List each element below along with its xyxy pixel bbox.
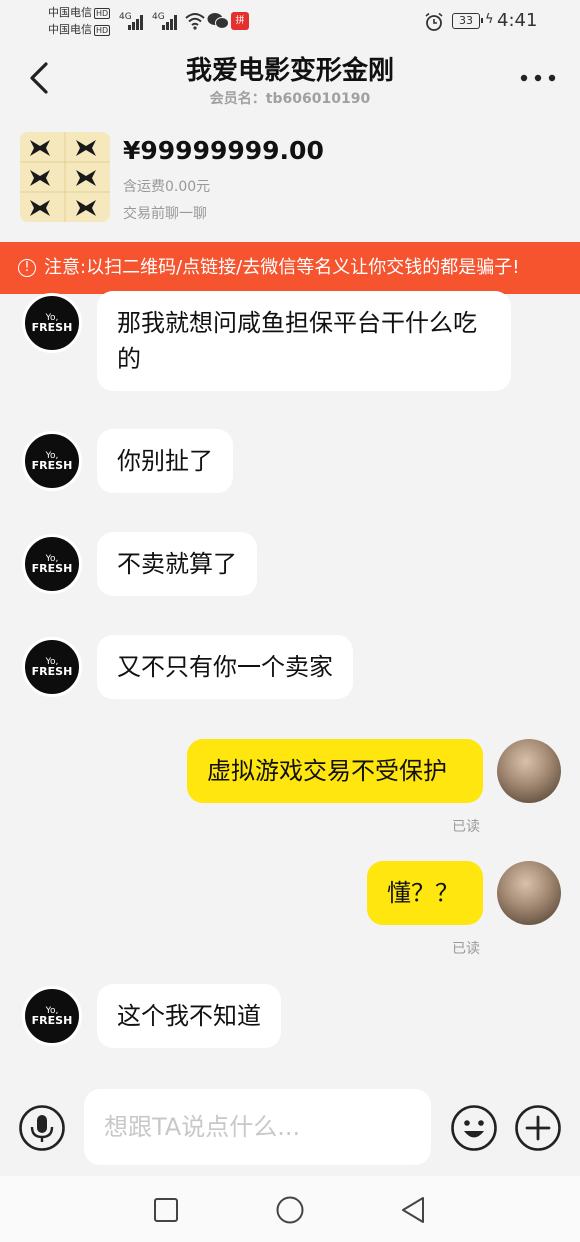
seller-avatar[interactable]: Yo, FRESH: [22, 637, 82, 697]
carrier-1: 中国电信 HD: [48, 6, 111, 19]
plus-icon[interactable]: [514, 1104, 562, 1152]
product-card[interactable]: ¥99999999.00 含运费0.00元 交易前聊一聊: [0, 126, 580, 242]
member-name: 会员名：tb606010190: [209, 91, 371, 107]
product-price: ¥99999999.00: [123, 136, 324, 165]
wechat-icon: [207, 13, 229, 29]
message-bubble: 不卖就算了: [97, 532, 257, 596]
chat-input-bar: [0, 1080, 580, 1176]
chat-before-trade: 交易前聊一聊: [123, 206, 207, 222]
status-bar: 中国电信 HD 中国电信 HD 4G 4G 拼 33 ϟ 4:41: [0, 0, 580, 44]
clock: 4:41: [497, 10, 538, 31]
pinduoduo-app-icon: 拼: [231, 12, 249, 30]
wifi-icon: [185, 13, 205, 30]
svg-text:FRESH: FRESH: [32, 562, 73, 575]
signal-bars-icon: [162, 14, 180, 30]
hd-badge: HD: [94, 7, 111, 19]
emoji-icon[interactable]: [450, 1104, 498, 1152]
warning-icon: !: [18, 259, 36, 277]
system-nav-bar: [0, 1176, 580, 1242]
seller-avatar[interactable]: Yo, FRESH: [22, 293, 82, 353]
read-status: 已读: [452, 819, 480, 835]
message-bubble-own: 懂？？: [367, 861, 483, 925]
hd-badge: HD: [94, 24, 111, 36]
svg-text:FRESH: FRESH: [32, 321, 73, 334]
shipping-fee: 含运费0.00元: [123, 179, 211, 195]
microphone-icon[interactable]: [18, 1104, 66, 1152]
carrier-1-label: 中国电信: [48, 6, 92, 19]
battery-indicator: 33: [452, 13, 483, 29]
message-input[interactable]: [84, 1089, 431, 1165]
message-bubble: 又不只有你一个卖家: [97, 635, 353, 699]
product-thumbnail[interactable]: [20, 132, 110, 222]
message-bubble: 那我就想问咸鱼担保平台干什么吃的: [97, 291, 511, 391]
carrier-2-label: 中国电信: [48, 23, 92, 36]
charging-icon: ϟ: [485, 12, 494, 27]
more-dots-icon[interactable]: [518, 66, 558, 90]
svg-text:FRESH: FRESH: [32, 1014, 73, 1027]
square-icon[interactable]: [152, 1196, 180, 1224]
message-bubble: 你别扯了: [97, 429, 233, 493]
message-bubble-own: 虚拟游戏交易不受保护: [187, 739, 483, 803]
seller-avatar[interactable]: Yo, FRESH: [22, 986, 82, 1046]
carrier-2: 中国电信 HD: [48, 23, 111, 36]
triangle-back-icon[interactable]: [398, 1194, 428, 1226]
svg-text:FRESH: FRESH: [32, 459, 73, 472]
signal-bars-icon: [128, 14, 146, 30]
seller-avatar[interactable]: Yo, FRESH: [22, 431, 82, 491]
user-avatar[interactable]: [497, 739, 561, 803]
svg-text:FRESH: FRESH: [32, 665, 73, 678]
warning-text: 注意:以扫二维码/点链接/去微信等名义让你交钱的都是骗子!: [44, 257, 520, 278]
chat-header: 我爱电影变形金刚 会员名：tb606010190: [0, 44, 580, 120]
read-status: 已读: [452, 941, 480, 957]
chat-title: 我爱电影变形金刚: [185, 56, 394, 86]
message-bubble: 这个我不知道: [97, 984, 281, 1048]
user-avatar[interactable]: [497, 861, 561, 925]
alarm-icon: [425, 12, 443, 31]
scam-warning-banner: ! 注意:以扫二维码/点链接/去微信等名义让你交钱的都是骗子!: [0, 242, 580, 294]
circle-icon[interactable]: [274, 1194, 306, 1226]
seller-avatar[interactable]: Yo, FRESH: [22, 534, 82, 594]
